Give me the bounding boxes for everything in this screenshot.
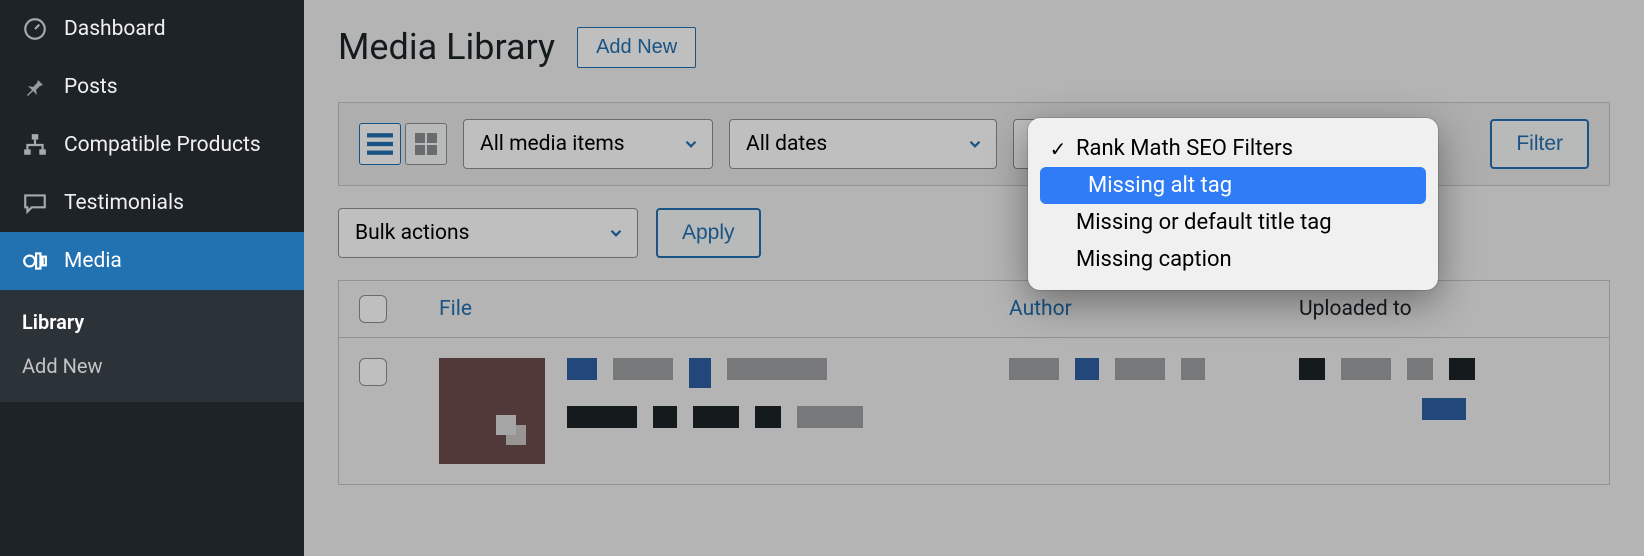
- main-content: Media Library Add New All media items Al…: [304, 0, 1644, 556]
- select-value: All media items: [480, 132, 625, 156]
- dropdown-option-label: Missing or default title tag: [1076, 210, 1332, 235]
- media-type-select[interactable]: All media items: [463, 119, 713, 169]
- bulk-action-select[interactable]: Bulk actions: [338, 208, 638, 258]
- list-view-icon: [367, 133, 393, 155]
- sidebar-item-label: Compatible Products: [64, 132, 261, 158]
- dropdown-option-label: Missing caption: [1076, 247, 1232, 272]
- admin-sidebar: Dashboard Posts Compatible Products Test…: [0, 0, 304, 556]
- sidebar-sub-add-new[interactable]: Add New: [0, 344, 304, 388]
- author-cell: [1009, 358, 1299, 380]
- file-meta: [567, 358, 1009, 464]
- seo-filter-dropdown: ✓ Rank Math SEO Filters Missing alt tag …: [1028, 118, 1438, 290]
- sidebar-item-media[interactable]: Media: [0, 232, 304, 290]
- sidebar-item-label: Testimonials: [64, 191, 184, 215]
- sidebar-item-testimonials[interactable]: Testimonials: [0, 174, 304, 232]
- column-uploaded-to: Uploaded to: [1299, 297, 1589, 321]
- chevron-down-icon: [607, 224, 625, 242]
- dropdown-option-missing-alt-tag[interactable]: Missing alt tag: [1040, 167, 1426, 204]
- media-icon: [22, 248, 48, 274]
- sidebar-submenu: Library Add New: [0, 290, 304, 402]
- sitemap-icon: [22, 132, 48, 158]
- media-table: File Author Uploaded to: [338, 280, 1610, 485]
- column-file[interactable]: File: [439, 297, 1009, 321]
- dashboard-icon: [22, 16, 48, 42]
- sidebar-item-posts[interactable]: Posts: [0, 58, 304, 116]
- filter-button[interactable]: Filter: [1490, 119, 1589, 169]
- select-value: All dates: [746, 132, 827, 156]
- row-checkbox[interactable]: [359, 358, 387, 386]
- sidebar-sub-library[interactable]: Library: [0, 300, 304, 344]
- grid-view-icon: [414, 132, 438, 156]
- sidebar-item-label: Media: [64, 249, 122, 273]
- pin-icon: [22, 74, 48, 100]
- uploaded-to-cell: [1299, 358, 1589, 420]
- sidebar-item-dashboard[interactable]: Dashboard: [0, 0, 304, 58]
- dropdown-option-rank-math-seo-filters[interactable]: ✓ Rank Math SEO Filters: [1028, 130, 1438, 167]
- view-toggle: [359, 123, 447, 165]
- add-new-button[interactable]: Add New: [577, 27, 696, 68]
- dropdown-option-missing-or-default-title-tag[interactable]: Missing or default title tag: [1028, 204, 1438, 241]
- check-icon: ✓: [1044, 137, 1072, 161]
- table-row: [339, 338, 1609, 484]
- chevron-down-icon: [682, 135, 700, 153]
- apply-button[interactable]: Apply: [656, 208, 761, 258]
- chevron-down-icon: [966, 135, 984, 153]
- view-grid-button[interactable]: [405, 123, 447, 165]
- dropdown-option-label: Missing alt tag: [1088, 173, 1232, 198]
- attachment-thumbnail[interactable]: [439, 358, 545, 464]
- date-select[interactable]: All dates: [729, 119, 997, 169]
- select-value: Bulk actions: [355, 221, 469, 245]
- select-all-checkbox[interactable]: [359, 295, 387, 323]
- dropdown-option-label: Rank Math SEO Filters: [1076, 136, 1293, 161]
- chat-icon: [22, 190, 48, 216]
- sidebar-item-label: Dashboard: [64, 17, 166, 41]
- page-title: Media Library: [338, 26, 555, 68]
- column-author[interactable]: Author: [1009, 297, 1299, 321]
- sidebar-item-compatible-products[interactable]: Compatible Products: [0, 116, 304, 174]
- file-cell: [439, 358, 1009, 464]
- page-header: Media Library Add New: [338, 26, 1610, 68]
- sidebar-item-label: Posts: [64, 75, 118, 99]
- dropdown-option-missing-caption[interactable]: Missing caption: [1028, 241, 1438, 278]
- view-list-button[interactable]: [359, 123, 401, 165]
